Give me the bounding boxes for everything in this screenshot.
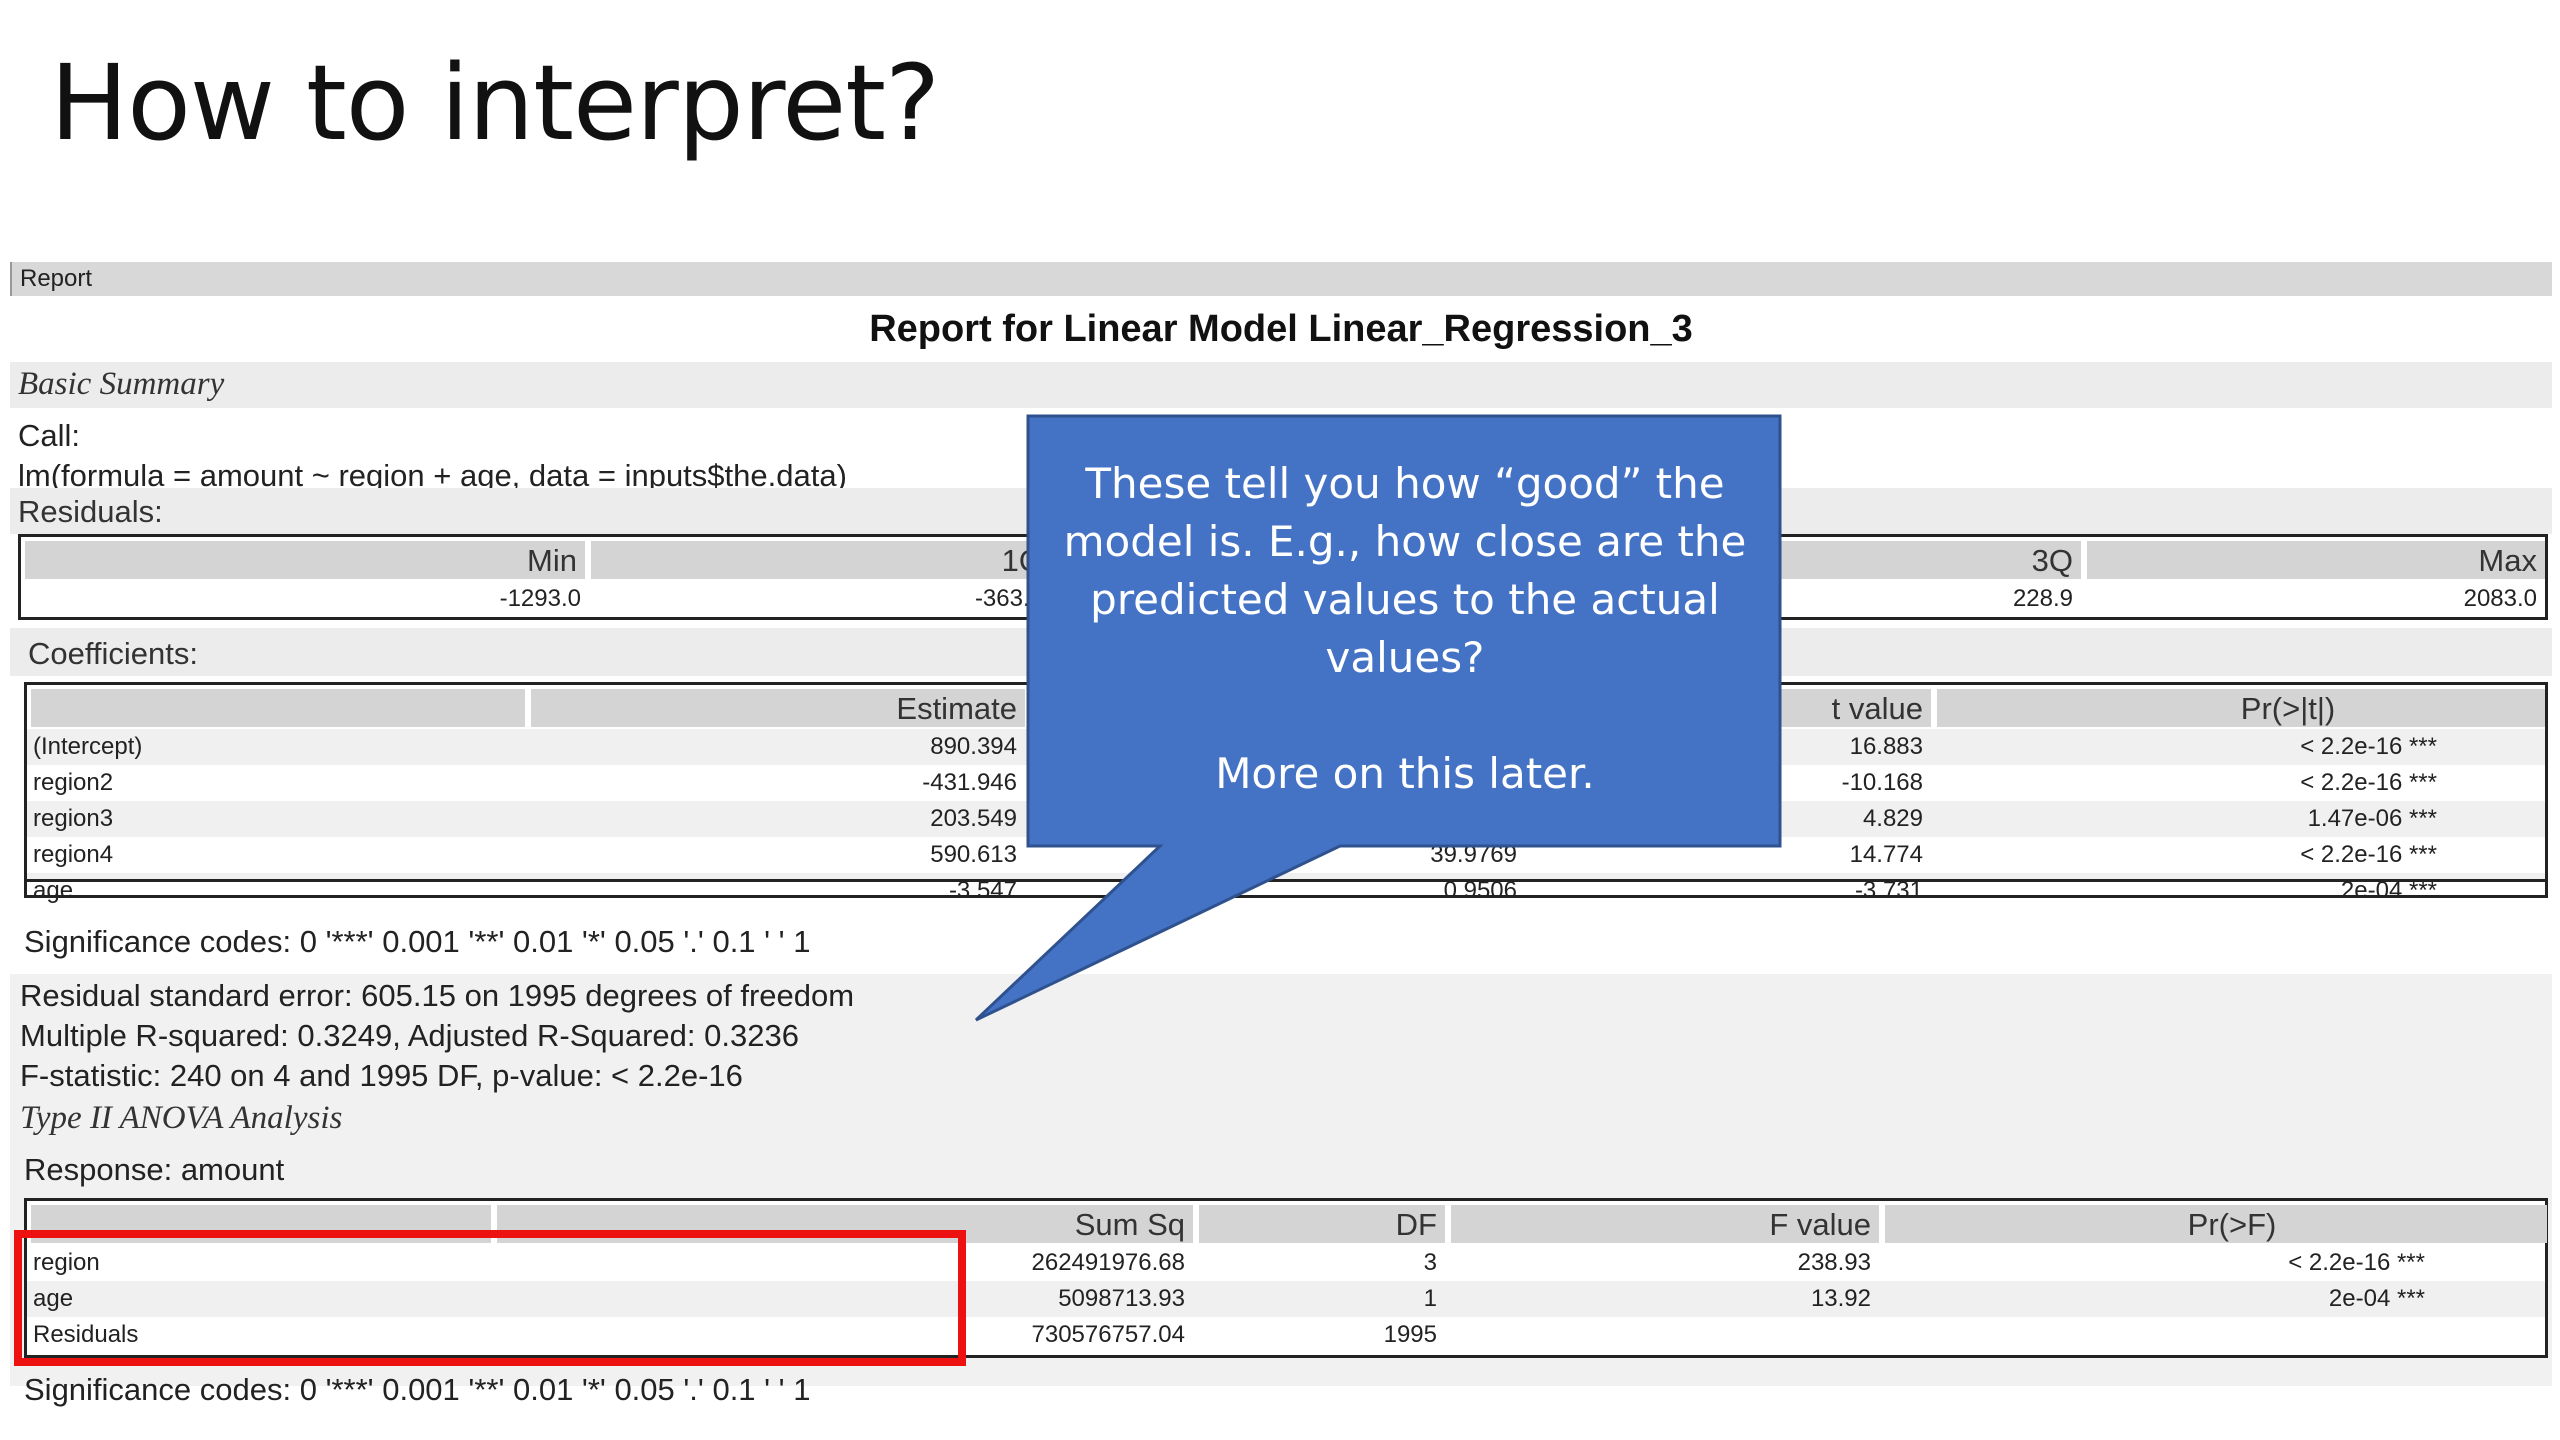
anova-pvalue	[1885, 1317, 2425, 1353]
callout-line-5: More on this later.	[1215, 749, 1595, 798]
coefficients-heading: Coefficients:	[28, 636, 199, 671]
callout-line-1: These tell you how “good” the	[1085, 459, 1725, 508]
callout-spacer	[1030, 687, 1780, 745]
residual-3q-value: 228.9	[2012, 585, 2073, 612]
anova-col-df: DF	[1199, 1205, 1445, 1243]
anova-fvalue: 238.93	[1797, 1249, 1871, 1276]
callout-line-4: values?	[1325, 633, 1485, 682]
anova-df: 1995	[1383, 1321, 1437, 1348]
report-tab[interactable]: Report	[10, 262, 2552, 296]
coef-row-age: age -3.547 0.9506 -3.731 2e-04 ***	[27, 873, 2545, 909]
anova-heading: Type II ANOVA Analysis	[20, 1100, 343, 1136]
callout-line-3: predicted values to the actual	[1090, 575, 1720, 624]
coef-se: 0.9506	[1443, 877, 1517, 904]
residuals-col-min: Min	[25, 541, 585, 579]
basic-summary-heading: Basic Summary	[18, 366, 225, 402]
anova-df: 1	[1423, 1285, 1437, 1312]
callout-text: These tell you how “good” the model is. …	[1030, 455, 1780, 803]
report-title: Report for Linear Model Linear_Regressio…	[869, 308, 1693, 350]
slide-title: How to interpret?	[50, 42, 940, 164]
r-squared: Multiple R-squared: 0.3249, Adjusted R-S…	[20, 1018, 799, 1053]
callout-line-2: model is. E.g., how close are the	[1063, 517, 1747, 566]
anova-df: 3	[1423, 1249, 1437, 1276]
report-panel: Report Report for Linear Model Linear_Re…	[10, 262, 2552, 1424]
anova-response: Response: amount	[24, 1152, 285, 1187]
residuals-col-max: Max	[2087, 541, 2545, 579]
residual-min-value: -1293.0	[499, 585, 581, 612]
residuals-col-1q: 1Q	[591, 541, 1051, 579]
residuals-heading: Residuals:	[18, 494, 163, 529]
coef-tvalue: -3.731	[1854, 877, 1923, 904]
call-label: Call:	[18, 418, 81, 453]
coef-signif-codes: Significance codes: 0 '***' 0.001 '**' 0…	[24, 924, 811, 959]
anova-col-pvalue: Pr(>F)	[1885, 1205, 2547, 1243]
anova-pvalue: < 2.2e-16 ***	[2288, 1249, 2425, 1276]
anova-signif-codes: Significance codes: 0 '***' 0.001 '**' 0…	[24, 1372, 811, 1407]
anova-fvalue: 13.92	[1810, 1285, 1871, 1312]
f-statistic: F-statistic: 240 on 4 and 1995 DF, p-val…	[20, 1058, 743, 1093]
residuals-col-3q: 3Q	[1781, 541, 2081, 579]
coef-name: age	[33, 877, 74, 904]
residual-std-error: Residual standard error: 605.15 on 1995 …	[20, 978, 855, 1013]
anova-pvalue: 2e-04 ***	[2328, 1285, 2425, 1312]
coef-pvalue: 2e-04 ***	[2340, 877, 2437, 904]
residual-max-value: 2083.0	[2463, 585, 2537, 612]
basic-summary-band: Basic Summary	[10, 362, 2552, 408]
anova-col-fvalue: F value	[1451, 1205, 1879, 1243]
anova-fvalue	[1451, 1317, 1871, 1353]
fit-stats-highlight-box	[14, 1230, 966, 1366]
coef-estimate: -3.547	[948, 877, 1017, 904]
residual-1q-value: -363.8	[974, 585, 1043, 612]
